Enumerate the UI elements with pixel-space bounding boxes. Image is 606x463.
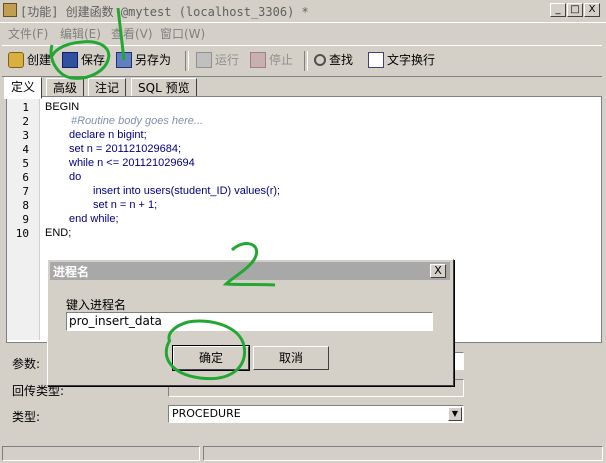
type-label: 类型: (12, 410, 41, 424)
tab-sql-preview[interactable]: SQL 预览 (131, 78, 197, 98)
run-button[interactable]: 运行 (196, 51, 239, 68)
minimize-button[interactable]: _ (550, 3, 566, 17)
code-line: declare n bigint; (69, 129, 147, 141)
status-bar (0, 444, 606, 463)
find-button[interactable]: 查找 (314, 51, 353, 68)
toolbar-separator (185, 51, 189, 71)
line-number: 10 (15, 227, 29, 240)
code-line: do (69, 171, 82, 183)
line-number: 3 (22, 129, 29, 142)
status-cell (2, 446, 200, 461)
run-icon (196, 51, 212, 68)
chevron-down-icon[interactable]: ▼ (448, 407, 462, 421)
menu-bar: 文件(F) 编辑(E) 查看(V) 窗口(W) (0, 23, 606, 43)
line-number: 9 (22, 213, 29, 226)
run-label: 运行 (215, 53, 240, 67)
menu-file[interactable]: 文件(F) (8, 25, 48, 42)
toolbar: 创建 保存 另存为 运行 停止 查找 文字换行 ▼ (2, 45, 602, 115)
find-label: 查找 (329, 53, 354, 67)
app-icon (3, 3, 17, 17)
close-button[interactable]: X (584, 3, 600, 17)
code-line: END; (45, 227, 72, 239)
line-number: 7 (22, 185, 29, 198)
magnifier-icon (314, 53, 326, 66)
stop-icon (250, 51, 266, 68)
code-line: insert into users(student_ID) values(r); (93, 185, 281, 197)
menu-window[interactable]: 窗口(W) (160, 25, 205, 42)
menu-view[interactable]: 查看(V) (111, 25, 153, 42)
word-wrap-button[interactable]: 文字换行 (368, 51, 435, 68)
line-number: 5 (22, 157, 29, 170)
save-button[interactable]: 保存 (62, 51, 105, 68)
code-line: BEGIN (45, 101, 80, 113)
dialog-close-button[interactable]: X (430, 264, 446, 278)
ok-button[interactable]: 确定 (172, 345, 250, 371)
save-as-icon (116, 51, 132, 68)
create-button[interactable]: 创建 (8, 51, 51, 68)
maximize-button[interactable]: □ (567, 3, 583, 17)
save-as-label: 另存为 (135, 53, 172, 67)
line-number: 4 (22, 143, 29, 156)
procedure-name-input[interactable]: pro_insert_data (66, 312, 433, 331)
save-icon (62, 51, 78, 68)
line-number-gutter: 1 2 3 4 5 6 7 8 9 10 (7, 97, 40, 340)
type-select-value: PROCEDURE (172, 407, 241, 420)
toolbar-separator (304, 51, 308, 71)
code-line: #Routine body goes here... (71, 115, 204, 127)
params-label: 参数: (12, 357, 41, 371)
stop-label: 停止 (269, 53, 294, 67)
word-wrap-icon (368, 51, 384, 68)
tab-definition[interactable]: 定义 (4, 77, 43, 99)
type-select[interactable]: PROCEDURE ▼ (168, 405, 464, 423)
line-number: 6 (22, 171, 29, 184)
cancel-button[interactable]: 取消 (253, 346, 329, 370)
database-create-icon (8, 51, 24, 68)
save-as-button[interactable]: 另存为 (116, 51, 171, 68)
status-cell (203, 446, 603, 461)
create-label: 创建 (27, 53, 52, 67)
save-label: 保存 (81, 53, 106, 67)
dialog-title: 进程名 (53, 265, 90, 279)
procedure-name-dialog: 进程名 X 键入进程名 pro_insert_data 确定 取消 (47, 259, 454, 386)
dialog-prompt: 键入进程名 (66, 298, 127, 312)
tab-advanced[interactable]: 高级 (46, 78, 85, 98)
code-line: set n = n + 1; (93, 199, 158, 211)
dialog-title-bar: 进程名 X (50, 262, 450, 280)
word-wrap-label: 文字换行 (387, 53, 436, 67)
title-bar: [功能] 创建函数 @mytest (localhost_3306) * _ □… (0, 0, 606, 23)
line-number: 1 (22, 101, 29, 114)
line-number: 2 (22, 115, 29, 128)
window-title: [功能] 创建函数 @mytest (localhost_3306) * (20, 5, 309, 19)
menu-edit[interactable]: 编辑(E) (60, 25, 101, 42)
code-line: while n <= 201121029694 (69, 157, 195, 169)
stop-button[interactable]: 停止 (250, 51, 293, 68)
code-line: end while; (69, 213, 119, 225)
tab-comment[interactable]: 注记 (88, 78, 127, 98)
code-line: set n = 201121029684; (69, 143, 182, 155)
line-number: 8 (22, 199, 29, 212)
